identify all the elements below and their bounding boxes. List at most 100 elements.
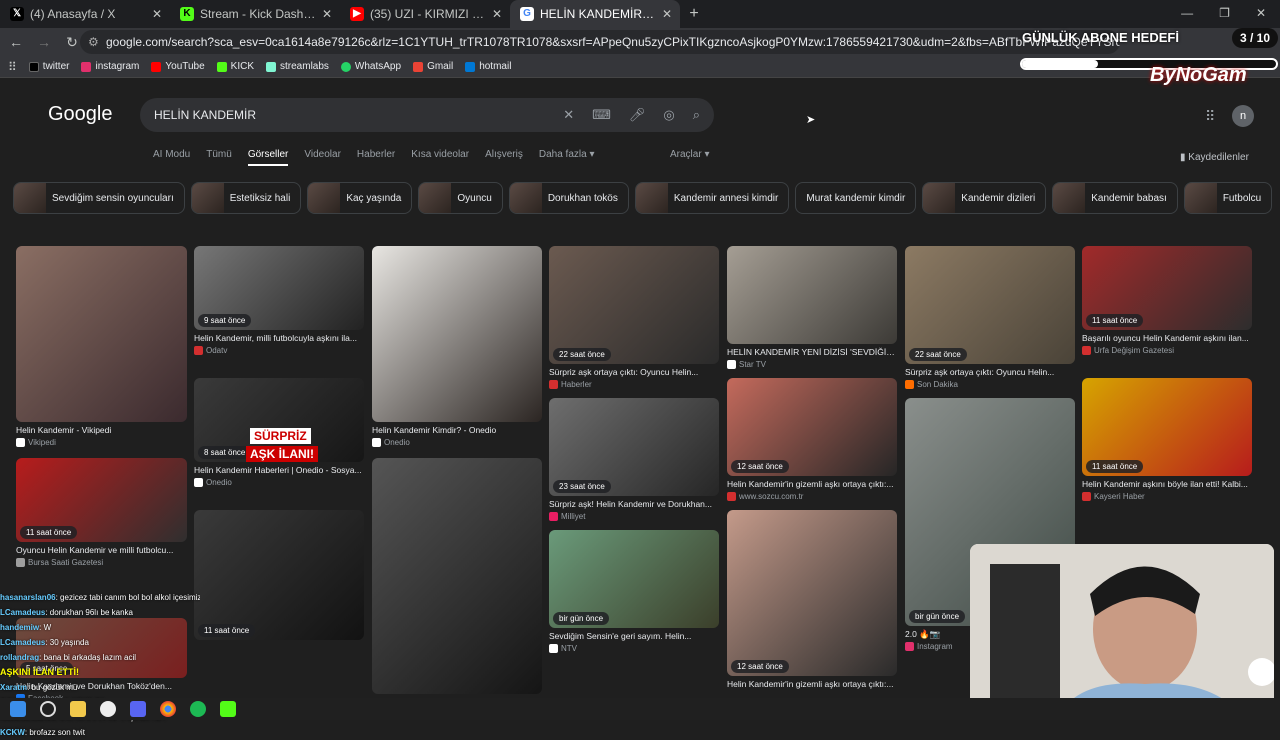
result-source-row[interactable]: Milliyet [549,512,585,521]
result-caption[interactable]: Helin Kandemir Kimdir? - Onedio [372,425,542,435]
tab-ai-mode[interactable]: AI Modu [153,149,190,166]
result-source-row[interactable]: NTV [549,644,577,653]
bookmark-youtube[interactable]: YouTube [151,61,205,72]
result-caption[interactable]: Sürpriz aşk! Helin Kandemir ve Dorukhan.… [549,499,719,509]
search-icon[interactable]: ⌕ [693,98,700,132]
result-caption[interactable]: Helin Kandemir'in gizemli aşkı ortaya çı… [727,679,897,689]
result-source-row[interactable]: Instagram [905,642,953,651]
site-info-icon[interactable]: ⚙ [88,30,99,54]
related-chip[interactable]: Kandemir babası [1052,182,1178,214]
result-caption[interactable]: Helin Kandemir Haberleri | Onedio - Sosy… [194,465,364,475]
bookmark-gmail[interactable]: Gmail [413,61,453,72]
tab-all[interactable]: Tümü [206,149,232,166]
apps-grid-icon[interactable]: ⠿ [8,60,17,74]
image-result-card[interactable]: Helin Kandemir Kimdir? - Onedio Onedio [372,246,542,462]
image-result-card[interactable]: Helin Kandemir - Vikipedi Vikipedi [16,246,187,462]
image-result-card[interactable]: 11 saat önce Başarılı oyuncu Helin Kandem… [1082,246,1252,370]
obs-icon[interactable] [100,701,116,717]
related-chip[interactable]: Kandemir dizileri [922,182,1047,214]
restore-icon[interactable]: ❐ [1219,6,1230,20]
bookmark-kick[interactable]: KICK [216,61,254,72]
tab-kick-dashboard[interactable]: K Stream - Kick Dashboard ✕ [170,0,340,28]
back-icon[interactable]: ← [4,34,28,50]
lens-camera-icon[interactable]: ◎ [663,98,674,132]
windows-start-icon[interactable] [10,701,26,717]
bookmark-twitter[interactable]: twitter [28,61,69,72]
close-tab-icon[interactable]: ✕ [662,7,672,21]
result-source-row[interactable]: Bursa Saati Gazetesi [16,558,103,567]
result-caption[interactable]: Helin Kandemir'in gizemli aşkı ortaya çı… [727,479,897,489]
related-chip[interactable]: Futbolcu [1183,182,1273,214]
result-source-row[interactable]: Odatv [194,346,227,355]
result-source-row[interactable]: Star TV [727,360,766,369]
file-explorer-icon[interactable] [70,701,86,717]
result-caption[interactable]: Oyuncu Helin Kandemir ve milli futbolcu.… [16,545,187,555]
tab-twitter[interactable]: 𝕏 (4) Anasayfa / X ✕ [0,0,170,28]
tab-youtube[interactable]: ▶ (35) UZI - KIRMIZI STEAM ✕ [340,0,510,28]
image-result-card[interactable]: 12 saat önce Helin Kandemir'in gizemli aş… [727,510,897,716]
saved-button[interactable]: ▮ Kaydedilenler [1180,152,1249,163]
image-result-card[interactable]: 12 saat önce Helin Kandemir'in gizemli aş… [727,378,897,516]
result-source-row[interactable]: Kayseri Haber [1082,492,1145,501]
google-apps-icon[interactable]: ⠿ [1205,108,1215,125]
image-result-card[interactable]: HELİN KANDEMİR YENİ DİZİSİ 'SEVDİĞİM... S… [727,246,897,384]
image-result-card[interactable]: 22 saat önce Sürpriz aşk ortaya çıktı: Oy… [549,246,719,404]
result-source-row[interactable]: Vikipedi [16,438,56,447]
tab-google-search[interactable]: G HELİN KANDEMİR - Google'da ✕ [510,0,680,28]
result-source-row[interactable]: Onedio [194,478,232,487]
search-icon[interactable] [40,701,56,717]
image-result-card[interactable]: 8 saat önce Helin Kandemir Haberleri | On… [194,378,364,502]
chrome-icon[interactable] [160,701,176,717]
image-result-card[interactable]: 11 saat önce Helin Kandemir aşkını böyle … [1082,378,1252,516]
result-caption[interactable]: Helin Kandemir, milli futbolcuyla aşkını… [194,333,364,343]
result-caption[interactable]: Sevdiğim Sensin'e geri sayım. Helin... [549,631,719,641]
related-chip[interactable]: Murat kandemir kimdir [795,182,917,214]
image-result-card[interactable]: 23 saat önce Sürpriz aşk! Helin Kandemir … [549,398,719,536]
result-source-row[interactable]: Urfa Değişim Gazetesi [1082,346,1174,355]
result-thumbnail[interactable] [194,510,364,640]
tab-images[interactable]: Görseller [247,149,289,166]
search-box[interactable]: HELİN KANDEMİR ✕ ⌨ 🎤︎ ◎ ⌕ [140,98,714,132]
bookmark-hotmail[interactable]: hotmail [465,61,511,72]
result-caption[interactable]: HELİN KANDEMİR YENİ DİZİSİ 'SEVDİĞİM... [727,347,897,357]
result-thumbnail[interactable] [905,246,1075,364]
related-chip[interactable]: Estetiksiz hali [190,182,302,214]
close-window-icon[interactable]: ✕ [1256,6,1266,20]
tab-videos[interactable]: Videolar [304,149,341,166]
new-tab-button[interactable]: + [680,5,708,23]
result-caption[interactable]: Helin Kandemir aşkını böyle ilan etti! K… [1082,479,1252,489]
forward-icon[interactable]: → [32,34,56,50]
microphone-icon[interactable]: 🎤︎ [629,98,646,132]
result-thumbnail[interactable] [549,246,719,364]
result-thumbnail[interactable] [727,510,897,676]
result-thumbnail[interactable] [372,458,542,694]
url-field[interactable]: ⚙ google.com/search?sca_esv=0ca1614a8e79… [80,30,1120,54]
spotify-icon[interactable] [190,701,206,717]
result-source-row[interactable]: Son Dakika [905,380,958,389]
related-chip[interactable]: Sevdiğim sensin oyuncuları [13,182,185,214]
result-source-row[interactable]: Onedio [372,438,410,447]
google-logo[interactable]: Google [48,103,113,126]
image-result-card[interactable]: 22 saat önce Sürpriz aşk ortaya çıktı: Oy… [905,246,1075,404]
kick-app-icon[interactable] [220,701,236,717]
image-result-card[interactable]: 11 saat önce [194,510,364,680]
related-chip[interactable]: Oyuncu [418,182,503,214]
tab-news[interactable]: Haberler [357,149,395,166]
keyboard-icon[interactable]: ⌨ [592,98,611,132]
minimize-icon[interactable]: — [1181,6,1193,20]
result-source-row[interactable]: www.sozcu.com.tr [727,492,803,501]
related-chip[interactable]: Dorukhan tokös [508,182,629,214]
close-tab-icon[interactable]: ✕ [322,7,332,21]
image-result-card[interactable] [372,458,542,734]
clear-icon[interactable]: ✕ [563,98,574,132]
discord-icon[interactable] [130,701,146,717]
tab-shopping[interactable]: Alışveriş [485,149,523,166]
result-caption[interactable]: Helin Kandemir - Vikipedi [16,425,187,435]
close-tab-icon[interactable]: ✕ [492,7,502,21]
bookmark-whatsapp[interactable]: WhatsApp [340,61,401,72]
bookmark-streamlabs[interactable]: streamlabs [266,61,329,72]
result-caption[interactable]: Sürpriz aşk ortaya çıktı: Oyuncu Helin..… [905,367,1075,377]
result-caption[interactable]: Sürpriz aşk ortaya çıktı: Oyuncu Helin..… [549,367,719,377]
result-thumbnail[interactable] [372,246,542,422]
bookmark-instagram[interactable]: instagram [81,61,139,72]
